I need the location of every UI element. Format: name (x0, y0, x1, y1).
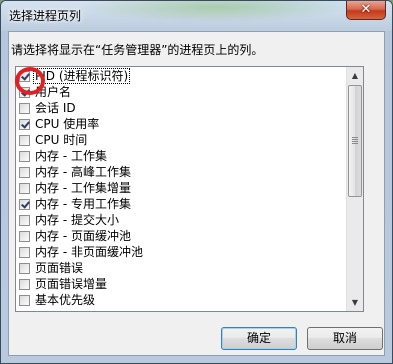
dialog-window: 选择进程页列 ✕ 请选择将显示在“任务管理器”的进程页上的列。 PID (进程标… (0, 0, 393, 364)
column-option-row[interactable]: CPU 使用率 (16, 116, 346, 132)
column-option-row[interactable]: 页面错误增量 (16, 276, 346, 292)
column-option-label: 页面错误 (35, 261, 84, 275)
checkbox-unchecked[interactable] (19, 102, 30, 114)
column-option-label: PID (进程标识符) (32, 68, 131, 84)
checkbox-checked[interactable] (19, 118, 30, 130)
checkbox-unchecked[interactable] (19, 294, 30, 306)
column-option-row[interactable]: 用户名 (16, 84, 346, 100)
checkbox-unchecked[interactable] (19, 246, 30, 258)
dialog-body: 请选择将显示在“任务管理器”的进程页上的列。 PID (进程标识符) 用户名会话 … (8, 31, 385, 356)
column-option-row[interactable]: 内存 - 工作集增量 (16, 180, 346, 196)
close-button[interactable]: ✕ (346, 1, 386, 20)
column-option-label: CPU 使用率 (35, 117, 100, 131)
scroll-down-arrow-icon[interactable]: ▼ (348, 295, 362, 310)
column-option-row[interactable]: 基本优先级 (16, 292, 346, 308)
column-option-row[interactable]: 内存 - 非页面缓冲池 (16, 244, 346, 260)
column-option-label: 内存 - 专用工作集 (35, 197, 131, 211)
cancel-button[interactable]: 取消 (307, 327, 383, 350)
column-option-label: 内存 - 非页面缓冲池 (35, 245, 143, 259)
close-icon: ✕ (360, 2, 372, 17)
checkbox-unchecked[interactable] (19, 230, 30, 242)
checkbox-checked[interactable] (19, 198, 30, 210)
column-option-row[interactable]: 内存 - 专用工作集 (16, 196, 346, 212)
column-option-row[interactable]: 内存 - 工作集 (16, 148, 346, 164)
checkbox-unchecked[interactable] (19, 134, 30, 146)
column-listbox[interactable]: PID (进程标识符) 用户名会话 ID CPU 使用率 CPU 时间内存 - 工作集… (15, 66, 364, 312)
checkbox-checked[interactable] (19, 70, 30, 82)
checkbox-unchecked[interactable] (19, 150, 30, 162)
checkbox-unchecked[interactable] (19, 262, 30, 274)
checkbox-checked[interactable] (19, 86, 30, 98)
scrollbar-grip-icon (352, 137, 358, 145)
column-option-label: 页面错误增量 (35, 277, 108, 291)
checkbox-unchecked[interactable] (19, 182, 30, 194)
column-option-label: 用户名 (35, 85, 72, 99)
column-option-label: 会话 ID (35, 101, 76, 115)
column-option-label: 基本优先级 (35, 293, 96, 307)
column-option-label: 内存 - 工作集增量 (35, 181, 131, 195)
window-title: 选择进程页列 (9, 9, 82, 23)
column-option-row[interactable]: 会话 ID (16, 100, 346, 116)
column-list: PID (进程标识符) 用户名会话 ID CPU 使用率 CPU 时间内存 - 工作集… (16, 68, 346, 308)
column-option-row[interactable]: 内存 - 高峰工作集 (16, 164, 346, 180)
column-option-label: 内存 - 提交大小 (35, 213, 119, 227)
column-option-label: 内存 - 工作集 (35, 149, 107, 163)
scrollbar-thumb[interactable] (348, 85, 362, 197)
column-option-row[interactable]: 内存 - 页面缓冲池 (16, 228, 346, 244)
column-option-row[interactable]: 内存 - 提交大小 (16, 212, 346, 228)
title-bar[interactable]: 选择进程页列 ✕ (1, 1, 392, 31)
checkbox-unchecked[interactable] (19, 214, 30, 226)
column-option-label: 内存 - 页面缓冲池 (35, 229, 131, 243)
column-option-row[interactable]: 页面错误 (16, 260, 346, 276)
instruction-text: 请选择将显示在“任务管理器”的进程页上的列。 (11, 43, 264, 57)
column-option-row[interactable]: CPU 时间 (16, 132, 346, 148)
column-option-label: 内存 - 高峰工作集 (35, 165, 131, 179)
vertical-scrollbar[interactable]: ▲ ▼ (346, 67, 363, 311)
checkbox-unchecked[interactable] (19, 166, 30, 178)
column-option-label: CPU 时间 (35, 133, 88, 147)
ok-button[interactable]: 确定 (221, 327, 297, 350)
scroll-up-arrow-icon[interactable]: ▲ (348, 68, 362, 83)
column-option-row[interactable]: PID (进程标识符) (16, 68, 346, 84)
checkbox-unchecked[interactable] (19, 278, 30, 290)
